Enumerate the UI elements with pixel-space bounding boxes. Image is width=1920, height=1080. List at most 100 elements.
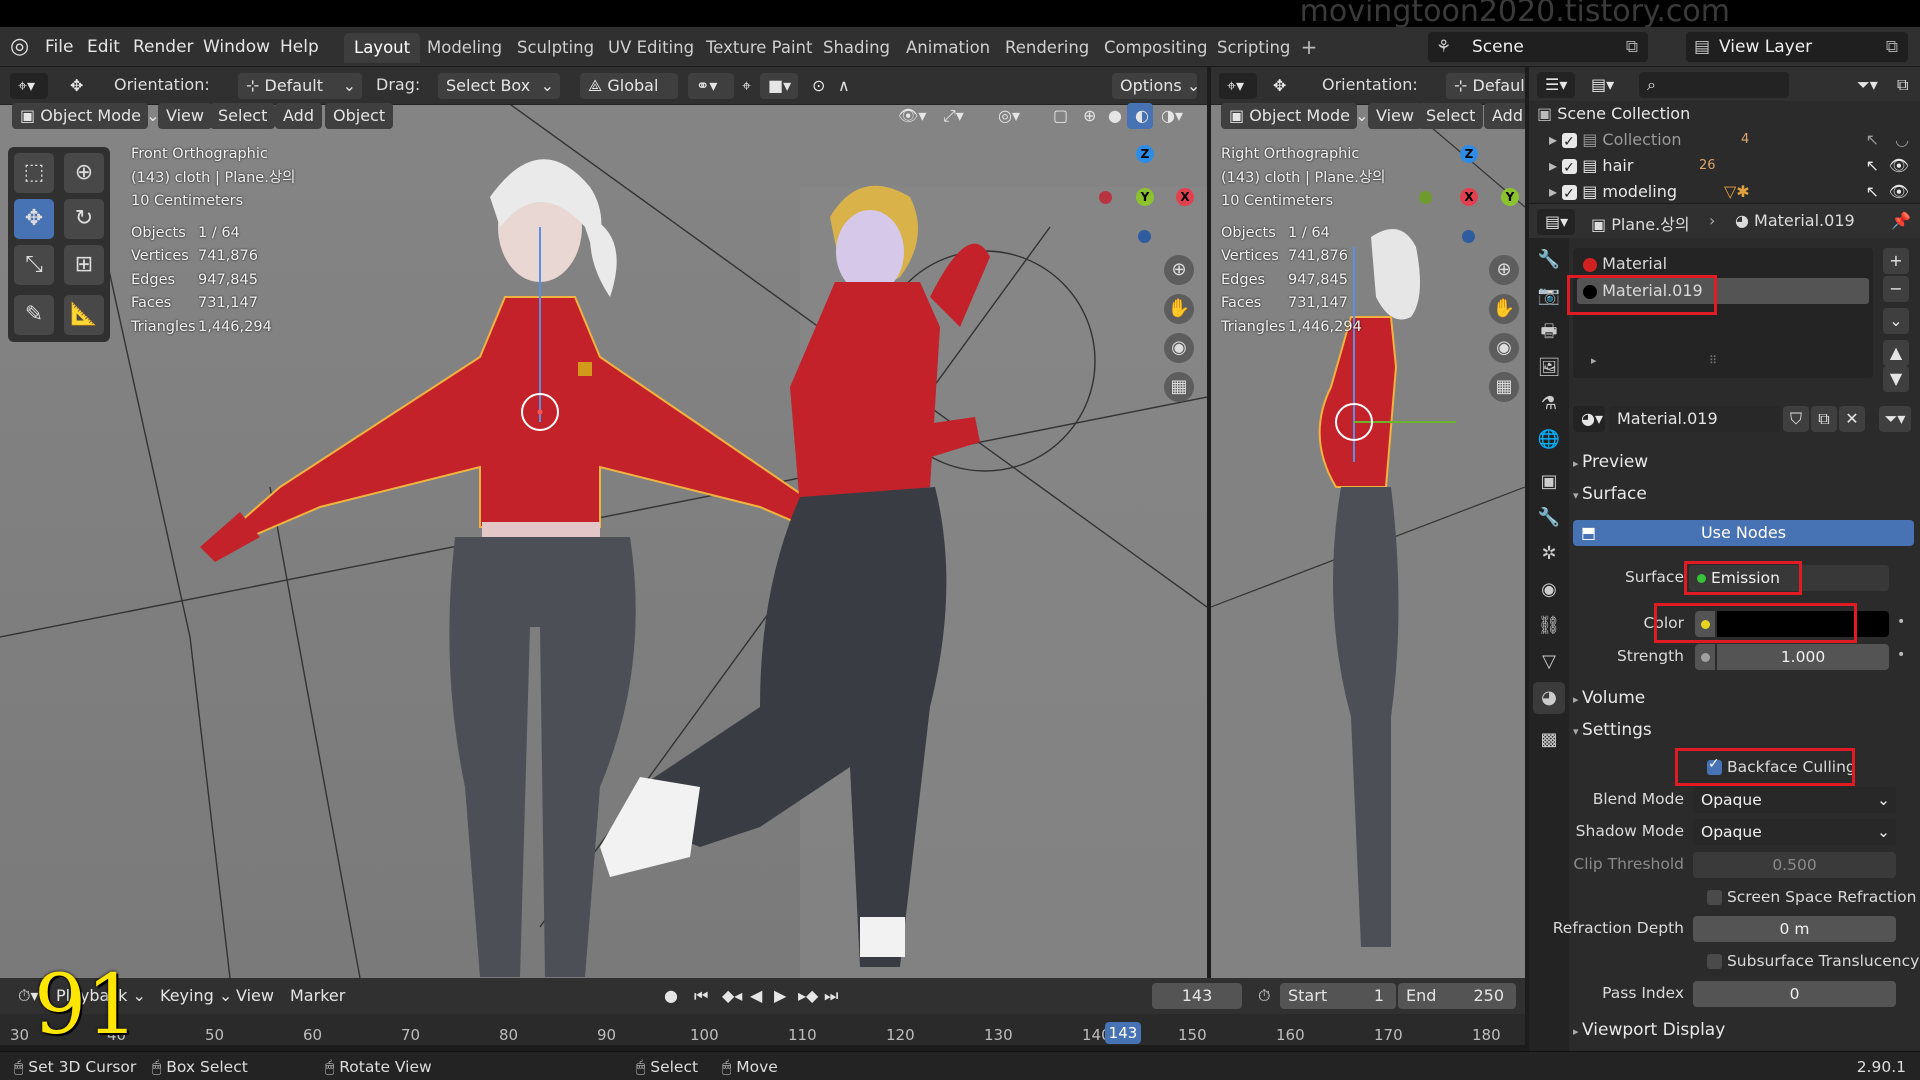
fake-user-icon[interactable]: ⛉ (1783, 406, 1809, 432)
tab-rendering[interactable]: Rendering (995, 33, 1099, 63)
outliner-editor-icon[interactable]: ☰▾ (1537, 72, 1575, 98)
surface-section[interactable]: ▾ Surface (1573, 484, 1647, 504)
shading-rendered-icon[interactable]: ◑▾ (1153, 103, 1191, 129)
clip-threshold-field[interactable]: 0.500 (1693, 852, 1896, 878)
menu-render[interactable]: Render (133, 37, 194, 57)
select-arrow-icon[interactable]: ↖ (1866, 179, 1879, 205)
expand-arrow-icon[interactable]: ▸ (1591, 354, 1597, 367)
camera-icon[interactable]: ◉ (1489, 333, 1519, 363)
menu-edit[interactable]: Edit (87, 37, 120, 57)
timeline-menu-view[interactable]: View (228, 983, 282, 1009)
material-tab-icon[interactable]: ◕ (1533, 682, 1565, 714)
grid-view-icon[interactable]: ▦ (1164, 372, 1194, 402)
include-checkbox[interactable] (1562, 181, 1578, 207)
menu-add[interactable]: Add (1484, 103, 1525, 129)
select-box-tool-icon[interactable]: ⬚ (14, 153, 54, 193)
data-tab-icon[interactable]: ▽ (1533, 646, 1565, 678)
blend-mode-dropdown[interactable]: Opaque ⌄ (1693, 787, 1896, 813)
keyframe-dot-icon[interactable]: • (1897, 614, 1905, 630)
scene-tab-icon[interactable]: ⚗ (1533, 388, 1565, 420)
unlink-material-icon[interactable]: ✕ (1839, 406, 1865, 432)
strength-socket-button[interactable] (1695, 644, 1715, 670)
timeline-ruler[interactable]: 30 40 50 60 70 80 90 100 110 120 130 140… (0, 1014, 1525, 1051)
viewport-side[interactable]: ⌖▾ ✥ Orientation: ⊹ Defaul ▣ Object Mode… (1211, 67, 1525, 978)
resize-grip-icon[interactable]: ⠿ (1709, 354, 1717, 367)
move-tool-icon[interactable]: ✥ (14, 199, 54, 239)
menu-select[interactable]: Select (1418, 103, 1484, 129)
transform-pivot-icon[interactable]: ✥ (62, 73, 91, 99)
axis-y-gizmo[interactable]: Y (1136, 188, 1154, 206)
shading-solid-icon[interactable]: ● (1100, 103, 1130, 129)
render-tab-icon[interactable]: 📷 (1533, 280, 1565, 312)
object-tab-icon[interactable]: ▣ (1533, 466, 1565, 498)
orientation-dropdown[interactable]: ⊹ Defaul (1446, 73, 1525, 99)
slot-specials-button[interactable]: ⌄ (1883, 308, 1909, 334)
proportional-edit-icon[interactable]: ⊙ (804, 73, 833, 99)
transform-orientation-dropdown[interactable]: ⟁ Global (580, 73, 678, 99)
menu-select[interactable]: Select (210, 103, 276, 129)
axis-z-gizmo[interactable]: Z (1460, 145, 1478, 163)
tab-layout[interactable]: Layout (344, 33, 421, 63)
material-slot-row[interactable]: Material (1583, 254, 1667, 273)
gizmo-toggle-icon[interactable]: ⤢▾ (935, 103, 972, 129)
annotate-tool-icon[interactable]: ✎ (14, 295, 54, 335)
strength-field[interactable]: 1.000 (1717, 644, 1889, 670)
transform-pivot-icon[interactable]: ✥ (1265, 73, 1294, 99)
measure-tool-icon[interactable]: 📐 (64, 295, 104, 335)
start-frame-field[interactable]: Start 1 (1280, 983, 1396, 1009)
tab-compositing[interactable]: Compositing (1094, 33, 1217, 63)
scene-selector[interactable]: ⚘ Scene ⧉ (1428, 32, 1648, 62)
ssr-check[interactable] (1707, 890, 1722, 905)
menu-help[interactable]: Help (280, 37, 319, 57)
material-name-field[interactable]: Material.019 (1609, 406, 1781, 432)
playhead-frame[interactable]: 143 (1105, 1022, 1141, 1044)
axis-y-gizmo[interactable]: Y (1501, 188, 1519, 206)
menu-window[interactable]: Window (203, 37, 270, 57)
transform-tool-icon[interactable]: ⊞ (64, 245, 104, 285)
filter-icon[interactable]: ⏷▾ (1849, 72, 1886, 98)
pin-icon[interactable]: 📌 (1891, 211, 1911, 230)
menu-file[interactable]: File (45, 37, 73, 57)
tab-shading[interactable]: Shading (813, 33, 900, 63)
select-arrow-icon[interactable]: ↖ (1866, 127, 1879, 153)
particles-tab-icon[interactable]: ✲ (1533, 538, 1565, 570)
axis-neg-z-gizmo[interactable] (1462, 230, 1475, 243)
use-nodes-button[interactable]: ⬒ Use Nodes (1573, 520, 1914, 546)
current-frame-field[interactable]: 143 (1152, 983, 1242, 1009)
timeline-menu-marker[interactable]: Marker (282, 983, 353, 1009)
tab-texture-paint[interactable]: Texture Paint (696, 33, 822, 63)
ssr-checkbox[interactable]: Screen Space Refraction (1707, 888, 1916, 906)
tab-uv-editing[interactable]: UV Editing (598, 33, 704, 63)
drag-dropdown[interactable]: Select Box ⌄ (438, 73, 560, 99)
modifier-tab-icon[interactable]: 🔧 (1533, 502, 1565, 534)
collection-row-modeling[interactable]: ▸ ▤ modeling ▽✱ ↖ 👁 (1549, 179, 1909, 207)
keying-dropdown[interactable]: Keying ⌄ (152, 983, 240, 1009)
pan-hand-icon[interactable]: ✋ (1164, 294, 1194, 324)
add-workspace-button[interactable]: + (1298, 35, 1320, 59)
eye-icon[interactable]: 👁 (1889, 153, 1909, 179)
snap-icon[interactable]: ⌖ (734, 73, 759, 99)
tab-scripting[interactable]: Scripting (1207, 33, 1300, 63)
tool-tab-icon[interactable]: 🔧 (1533, 244, 1565, 276)
settings-section[interactable]: ▾ Settings (1573, 720, 1652, 740)
scale-tool-icon[interactable]: ⤡ (14, 245, 54, 285)
select-arrow-icon[interactable]: ↖ (1866, 153, 1879, 179)
cursor-tool-icon[interactable]: ⊕ (64, 153, 104, 193)
shadow-mode-dropdown[interactable]: Opaque ⌄ (1693, 819, 1896, 845)
display-mode-icon[interactable]: ▤▾ (1583, 72, 1622, 98)
move-slot-down-icon[interactable]: ▼ (1883, 366, 1909, 392)
tab-animation[interactable]: Animation (896, 33, 1000, 63)
camera-icon[interactable]: ◉ (1164, 333, 1194, 363)
include-checkbox[interactable] (1562, 129, 1578, 155)
keyframe-dot-icon[interactable]: • (1897, 647, 1905, 663)
zoom-icon[interactable]: ⊕ (1489, 255, 1519, 285)
tab-sculpting[interactable]: Sculpting (507, 33, 604, 63)
axis-neg-x-gizmo[interactable] (1099, 191, 1112, 204)
volume-section[interactable]: ▸ Volume (1573, 688, 1645, 708)
expand-arrow-icon[interactable]: ▸ (1549, 156, 1562, 175)
rotate-tool-icon[interactable]: ↻ (64, 199, 104, 239)
duplicate-material-icon[interactable]: ⧉ (1811, 406, 1837, 432)
eye-icon[interactable]: ◡ (1895, 127, 1909, 153)
collection-row-collection[interactable]: ▸ ▤ Collection 4 ↖ ◡ (1549, 127, 1909, 155)
overlay-toggle-icon[interactable]: ◎▾ (990, 103, 1028, 129)
